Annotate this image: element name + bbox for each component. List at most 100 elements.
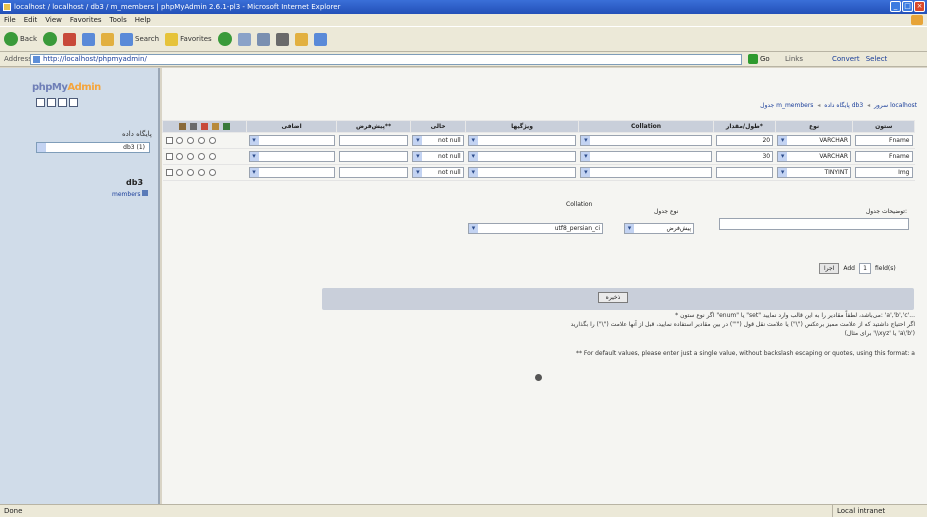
unique-radio[interactable] [187,137,195,144]
favorites-button[interactable]: Favorites [165,32,212,46]
extra-select[interactable] [248,151,335,162]
null-select[interactable]: not null [412,135,464,146]
close-button[interactable]: × [914,1,925,12]
attributes-select[interactable] [467,167,577,178]
header-length: طول/مقدار* [713,120,776,133]
collation-select[interactable] [580,167,712,178]
star-icon [165,32,179,46]
field-name-input[interactable]: Fname [854,151,913,162]
primary-radio[interactable] [198,153,206,160]
convert-button[interactable]: Convert [832,55,860,63]
table-link-members[interactable]: members [112,190,149,198]
field-name-input[interactable]: Fname [854,135,913,146]
fulltext-checkbox[interactable] [165,153,173,160]
mail-icon[interactable] [256,32,270,46]
table-collation-select[interactable]: utf8_persian_ci [468,223,603,234]
messenger-icon[interactable] [313,32,327,46]
default-input[interactable] [338,135,409,146]
unique-radio[interactable] [187,153,195,160]
back-button[interactable]: Back [4,32,37,46]
null-select[interactable]: not null [412,167,464,178]
history-icon[interactable] [237,32,251,46]
folder-icon[interactable] [294,32,308,46]
field-name-input[interactable]: Img [854,167,913,178]
maximize-button[interactable]: □ [902,1,913,12]
attributes-select[interactable] [467,135,577,146]
print-icon[interactable] [275,32,289,46]
extra-select[interactable] [248,135,335,146]
menu-edit[interactable]: Edit [24,14,38,26]
minimize-button[interactable]: _ [890,1,901,12]
links-button[interactable]: Links [785,55,803,63]
none-radio[interactable] [209,153,217,160]
length-input[interactable]: 20 [715,135,774,146]
menu-file[interactable]: File [4,14,16,26]
page-icon [33,56,40,63]
primary-radio[interactable] [198,169,206,176]
type-select[interactable]: VARCHAR [777,135,851,146]
breadcrumb-server[interactable]: سرور localhost [874,102,917,109]
index-radio[interactable] [176,137,184,144]
fulltext-checkbox[interactable] [165,169,173,176]
extra-select[interactable] [248,167,335,178]
forward-arrow-icon[interactable] [43,32,57,46]
add-fields-count-input[interactable]: 1 [858,263,871,274]
length-input[interactable]: 30 [715,151,774,162]
menu-favorites[interactable]: Favorites [70,14,102,26]
type-select[interactable]: VARCHAR [777,151,851,162]
windows-logo-icon [911,15,923,25]
window-title: localhost / localhost / db3 / m_members … [14,3,341,11]
index-radio[interactable] [176,153,184,160]
refresh-icon[interactable] [82,32,95,46]
save-button[interactable]: ذخیره [598,292,628,303]
docs-icon[interactable] [58,98,67,107]
help-icon[interactable] [535,374,542,381]
attributes-select[interactable] [467,151,577,162]
none-radio[interactable] [209,137,217,144]
menu-help[interactable]: Help [135,14,151,26]
stop-icon[interactable] [63,32,76,46]
unique-radio[interactable] [187,169,195,176]
select-button[interactable]: Select [866,55,888,63]
query-window-icon[interactable] [47,98,56,107]
menu-tools[interactable]: Tools [110,14,127,26]
breadcrumb-database[interactable]: پایگاه داده db3 [824,102,863,109]
escape-note: اگر احتیاج داشتید که از علامت ممیز برعکس… [570,321,915,328]
index-radio[interactable] [176,169,184,176]
breadcrumb-table[interactable]: جدول m_members [760,102,813,109]
address-input[interactable]: http://localhost/phpmyadmin/ [30,54,742,65]
collation-select[interactable] [580,135,712,146]
table-type-select[interactable]: پیش‌فرض [624,223,694,234]
none-radio[interactable] [209,169,217,176]
default-input[interactable] [338,167,409,178]
add-fields-go-button[interactable]: اجرا [819,263,840,274]
header-icons [162,120,247,133]
menu-bar: File Edit View Favorites Tools Help [0,14,927,26]
ie-icon [3,3,11,11]
phpmyadmin-logo[interactable]: phpMyAdmin [32,82,101,93]
null-select[interactable]: not null [412,151,464,162]
table-row: not null 30 VARCHAR Fname [162,148,915,165]
length-input[interactable] [715,167,774,178]
index-icon [189,123,197,130]
fulltext-checkbox[interactable] [165,137,173,144]
none-icon [223,123,231,130]
enum-note: * اگر نوع ستون "enum" یا "set" می‌باشد، … [675,312,915,319]
table-comment-input[interactable] [719,218,909,230]
database-name[interactable]: db3 [126,178,143,187]
search-button[interactable]: Search [120,32,159,46]
default-input[interactable] [338,151,409,162]
database-select[interactable]: db3 (1) [36,142,150,153]
home-icon[interactable] [101,32,114,46]
media-icon[interactable] [217,32,232,46]
sql-docs-icon[interactable] [69,98,78,107]
default-values-note: ** For default values, please enter just… [575,350,915,357]
collation-label: Collation [566,201,593,208]
primary-radio[interactable] [198,137,206,144]
home-icon[interactable] [36,98,45,107]
menu-view[interactable]: View [45,14,62,26]
header-extra: اضافی [245,120,338,133]
collation-select[interactable] [580,151,712,162]
type-select[interactable]: TINYINT [777,167,851,178]
go-button[interactable]: Go [748,54,770,64]
